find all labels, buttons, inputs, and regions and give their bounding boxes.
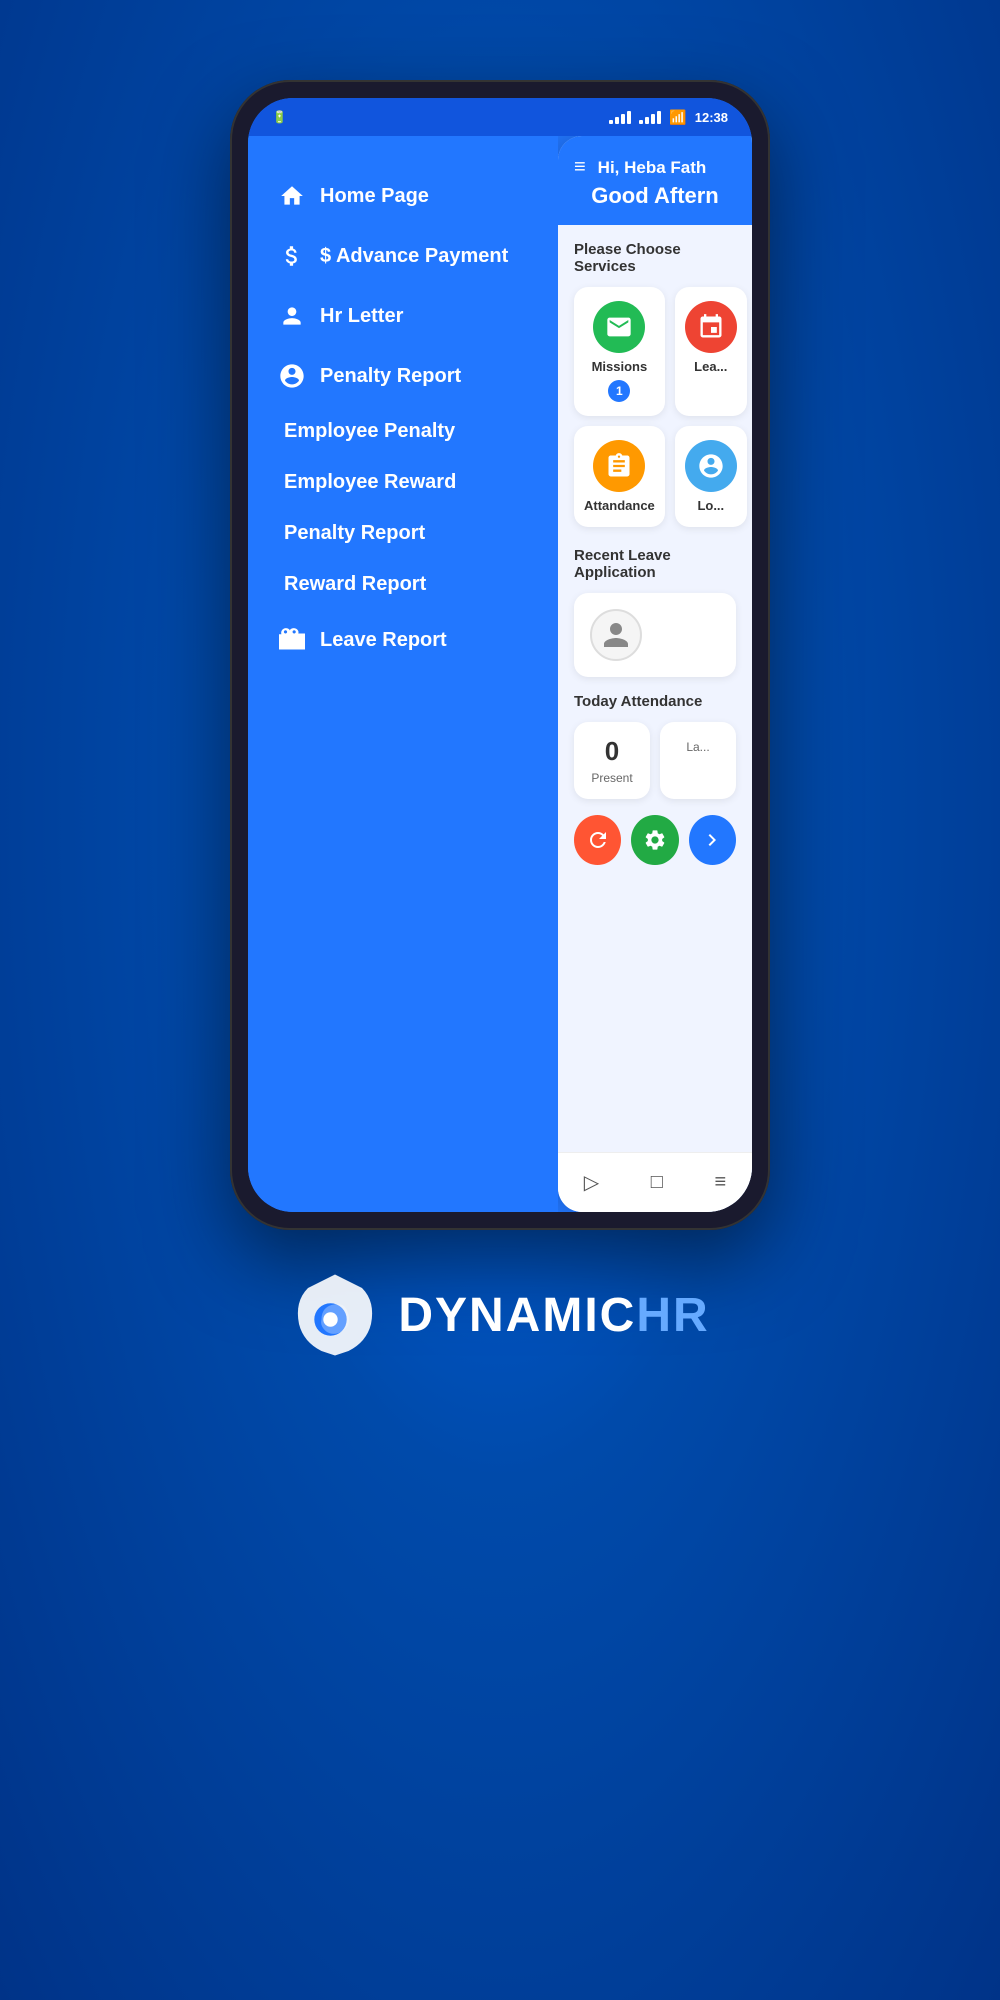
signal-bar (621, 114, 625, 124)
sidebar-item-penalty-report[interactable]: Penalty Report (268, 508, 538, 559)
battery-icon: 🔋 (272, 110, 287, 124)
attendance-card-late: La... (660, 722, 736, 799)
signal-bars-1 (609, 111, 631, 124)
signal-bars-2 (639, 111, 661, 124)
sidebar-hr-letter-label: Hr Letter (320, 305, 403, 328)
services-section-title: Please Choose Services (574, 241, 736, 275)
app-body: Please Choose Services Missions (558, 225, 752, 1152)
nav-back-button[interactable]: ▷ (584, 1170, 599, 1195)
fab-container (574, 815, 736, 865)
sidebar-item-home[interactable]: Home Page (268, 166, 538, 226)
status-bar: 🔋 📶 12:38 (248, 98, 752, 136)
service-card-missions[interactable]: Missions 1 (574, 287, 665, 416)
loan-icon-circle (685, 440, 737, 492)
employee-penalty-label: Employee Penalty (284, 420, 455, 442)
sidebar-item-leave-report[interactable]: Leave Report (268, 610, 538, 670)
home-icon (278, 182, 306, 210)
signal-bar (615, 117, 619, 124)
sidebar-item-employee-penalty[interactable]: Employee Penalty (268, 406, 538, 457)
missions-badge: 1 (608, 380, 630, 402)
services-grid: Missions 1 Lea... (574, 287, 736, 527)
fab-next-button[interactable] (689, 815, 736, 865)
attendance-cards: 0 Present La... (574, 722, 736, 799)
hamburger-icon[interactable]: ≡ (574, 156, 586, 179)
sidebar: Home Page $ Advance Payment (248, 136, 558, 1212)
missions-icon-circle (593, 301, 645, 353)
sidebar-item-reward-report[interactable]: Reward Report (268, 559, 538, 610)
late-label: La... (686, 740, 709, 754)
present-label: Present (591, 771, 632, 785)
sidebar-home-label: Home Page (320, 185, 429, 208)
status-right: 📶 12:38 (609, 109, 728, 126)
brand-logo (290, 1270, 380, 1360)
status-time: 12:38 (695, 110, 728, 125)
signal-bar (639, 120, 643, 124)
leave-report-label: Leave Report (320, 629, 447, 652)
phone-frame: 🔋 📶 12:38 (230, 80, 770, 1230)
main-panel: ≡ Hi, Heba Fath Good Aftern Please Choos… (558, 136, 752, 1212)
recent-leave-title: Recent Leave Application (574, 547, 736, 581)
person-icon (278, 302, 306, 330)
brand-name-part1: DYNAMIC (398, 1289, 636, 1342)
sidebar-item-employee-reward[interactable]: Employee Reward (268, 457, 538, 508)
employee-reward-label: Employee Reward (284, 471, 456, 493)
sidebar-item-advance-payment[interactable]: $ Advance Payment (268, 226, 538, 286)
wifi-icon: 📶 (669, 109, 686, 126)
app-header: ≡ Hi, Heba Fath Good Aftern (558, 136, 752, 225)
missions-label: Missions (592, 359, 648, 374)
signal-bar (657, 111, 661, 124)
fab-refresh-button[interactable] (574, 815, 621, 865)
fab-settings-button[interactable] (631, 815, 678, 865)
loan-label: Lo... (697, 498, 724, 513)
today-attendance-section: Today Attendance 0 Present La... (574, 693, 736, 799)
brand-name: DYNAMICHR (398, 1288, 709, 1343)
avatar (590, 609, 642, 661)
phone-screen: 🔋 📶 12:38 (248, 98, 752, 1212)
phone-wrapper: 🔋 📶 12:38 (230, 80, 770, 1230)
brand-footer: DYNAMICHR (290, 1270, 709, 1360)
phone-bottom-nav: ▷ □ ≡ (558, 1152, 752, 1212)
attendance-label: Attandance (584, 498, 655, 513)
status-left: 🔋 (272, 110, 287, 124)
present-number: 0 (605, 736, 619, 767)
signal-bar (609, 120, 613, 124)
signal-bar (645, 117, 649, 124)
recent-leave-section: Recent Leave Application (574, 547, 736, 677)
leave-card (574, 593, 736, 677)
service-card-loan[interactable]: Lo... (675, 426, 747, 527)
signal-bar (651, 114, 655, 124)
today-attendance-title: Today Attendance (574, 693, 736, 710)
advance-payment-label: $ Advance Payment (320, 245, 508, 268)
sidebar-item-penalty-report-icon[interactable]: Penalty Report (268, 346, 538, 406)
screen-content: Home Page $ Advance Payment (248, 136, 752, 1212)
header-greeting-name: Hi, Heba Fath (598, 158, 707, 178)
leave-label: Lea... (694, 359, 727, 374)
sidebar-item-hr-letter[interactable]: Hr Letter (268, 286, 538, 346)
account-circle-icon (278, 362, 306, 390)
leave-icon-circle (685, 301, 737, 353)
briefcase-icon (278, 626, 306, 654)
service-card-attendance[interactable]: Attandance (574, 426, 665, 527)
brand-name-part2: HR (636, 1289, 709, 1342)
header-greeting-time: Good Aftern (574, 183, 736, 209)
nav-menu-button[interactable]: ≡ (715, 1171, 727, 1194)
attendance-card-present: 0 Present (574, 722, 650, 799)
reward-report-label: Reward Report (284, 573, 426, 595)
dollar-icon (278, 242, 306, 270)
attendance-icon-circle (593, 440, 645, 492)
signal-bar (627, 111, 631, 124)
nav-home-button[interactable]: □ (651, 1171, 663, 1194)
service-card-leave[interactable]: Lea... (675, 287, 747, 416)
app-header-top: ≡ Hi, Heba Fath (574, 156, 736, 179)
penalty-report-label: Penalty Report (284, 522, 425, 544)
sidebar-penalty-report-icon-label: Penalty Report (320, 365, 461, 388)
